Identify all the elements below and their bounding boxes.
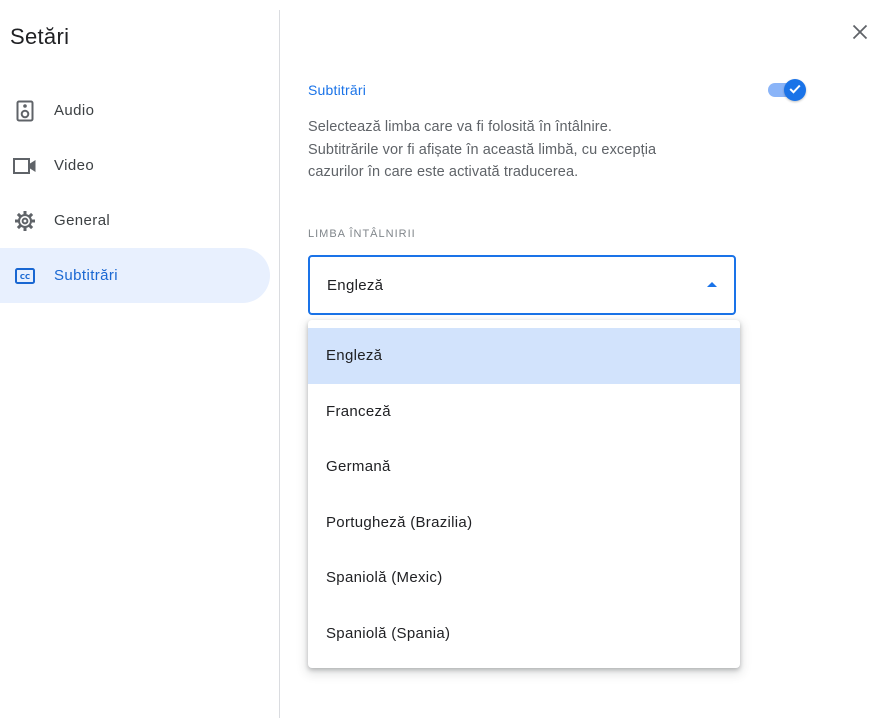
captions-description: Selectează limba care va fi folosită în … (308, 119, 657, 180)
language-option-franceza[interactable]: Franceză (308, 384, 740, 440)
videocam-icon (12, 153, 38, 179)
language-dropdown-menu: Engleză Franceză Germană Portugheză (Bra… (308, 320, 740, 668)
sidebar-item-label: General (54, 212, 111, 229)
language-select-value: Engleză (327, 277, 384, 294)
sidebar-item-general[interactable]: General (0, 193, 270, 248)
check-icon (789, 81, 801, 99)
captions-toggle[interactable] (766, 78, 810, 102)
close-button[interactable] (846, 20, 872, 48)
dialog-title: Setări (10, 24, 70, 49)
gear-icon (12, 208, 38, 234)
sidebar-divider (279, 10, 280, 718)
sidebar-item-label: Video (54, 157, 95, 174)
language-option-spaniola-mexic[interactable]: Spaniolă (Mexic) (308, 550, 740, 606)
sidebar-item-captions[interactable]: CC Subtitrări (0, 248, 270, 303)
sidebar-item-audio[interactable]: Audio (0, 83, 270, 138)
language-option-portugheza-brazilia[interactable]: Portugheză (Brazilia) (308, 495, 740, 551)
sidebar-item-label: Audio (54, 102, 95, 119)
captions-section-title: Subtitrări (308, 82, 367, 98)
language-field-label: LIMBA ÎNTÂLNIRII (308, 228, 416, 240)
svg-text:CC: CC (20, 273, 30, 281)
close-icon (852, 24, 868, 45)
settings-sidebar: Setări Audio Video General CC Subtitrări (0, 0, 279, 718)
arrow-up-icon (707, 282, 717, 287)
closed-caption-icon: CC (12, 263, 38, 289)
language-option-germana[interactable]: Germană (308, 439, 740, 495)
language-option-spaniola-spania[interactable]: Spaniolă (Spania) (308, 606, 740, 662)
toggle-thumb (784, 79, 806, 101)
language-option-engleza[interactable]: Engleză (308, 328, 740, 384)
settings-dialog: Setări Audio Video General CC Subtitrări… (0, 0, 872, 718)
language-select[interactable]: Engleză (308, 255, 736, 315)
sidebar-item-video[interactable]: Video (0, 138, 270, 193)
sidebar-item-label: Subtitrări (54, 267, 119, 284)
speaker-icon (12, 98, 38, 124)
